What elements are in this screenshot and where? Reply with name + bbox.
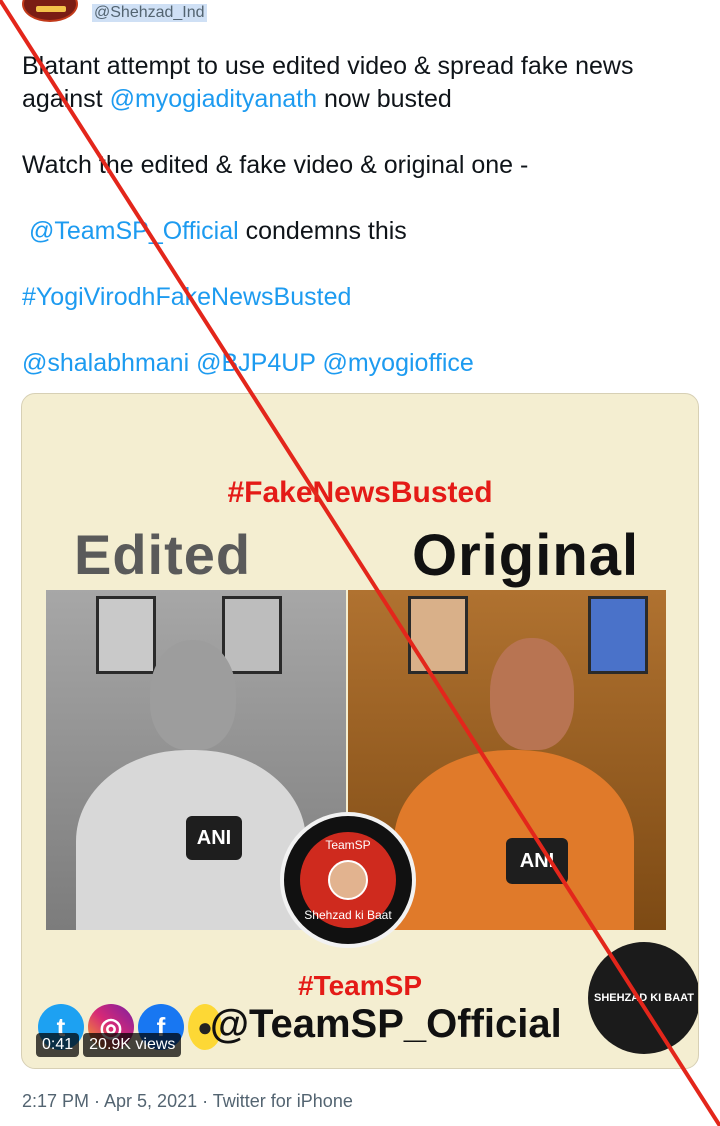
wall-portrait (222, 596, 282, 674)
video-duration: 0:41 (36, 1033, 80, 1057)
tweet-line-2: Watch the edited & fake video & original… (22, 151, 529, 179)
mention-shalabhmani[interactable]: @shalabhmani (22, 349, 189, 377)
wall-portrait (408, 596, 468, 674)
tweet-line-1: Blatant attempt to use edited video & sp… (22, 52, 634, 113)
label-original: Original (412, 523, 640, 588)
video-views: 20.9K views (83, 1033, 182, 1057)
tweet-header: @Shehzad_Ind (22, 0, 207, 22)
tweet-mentions-line: @shalabhmani @BJP4UP @myogioffice (22, 347, 712, 380)
ani-mic-logo: ANI (186, 816, 242, 860)
tweet-timestamp[interactable]: 2:17 PM · Apr 5, 2021 · Twitter for iPho… (22, 1091, 353, 1112)
badge-portrait (328, 860, 368, 900)
tweet-hashtag-line: #YogiVirodhFakeNewsBusted (22, 281, 712, 314)
teamsp-badge: TeamSP Shehzad ki Baat (280, 812, 416, 948)
label-edited: Edited (74, 523, 252, 586)
mention-bjp4up[interactable]: @BJP4UP (196, 349, 315, 377)
shehzad-ki-baat-logo: SHEHZAD KI BAAT (588, 942, 698, 1054)
video-hashtag-top: #FakeNewsBusted (227, 476, 493, 509)
author-handle[interactable]: @Shehzad_Ind (92, 4, 207, 22)
mention-teamsp-official[interactable]: @TeamSP_Official (29, 217, 239, 245)
video-stats: 0:41 20.9K views (36, 1033, 182, 1057)
hashtag-link[interactable]: #YogiVirodhFakeNewsBusted (22, 283, 351, 311)
mention-myogiadityanath[interactable]: @myogiadityanath (110, 85, 317, 113)
mention-myogioffice[interactable]: @myogioffice (322, 349, 473, 377)
tweet-text: Blatant attempt to use edited video & sp… (22, 50, 712, 380)
wall-portrait (588, 596, 648, 674)
badge-title: TeamSP (325, 838, 371, 852)
wall-portrait (96, 596, 156, 674)
author-avatar[interactable] (22, 0, 78, 22)
ani-mic-logo: ANI (506, 838, 568, 884)
badge-subtitle: Shehzad ki Baat (304, 908, 392, 922)
embedded-video[interactable]: #FakeNewsBusted Edited Original ANI ANI … (21, 393, 699, 1069)
video-handle-text: @TeamSP_Official (210, 1002, 562, 1046)
tweet-line-3: @TeamSP_Official condemns this (28, 217, 407, 245)
